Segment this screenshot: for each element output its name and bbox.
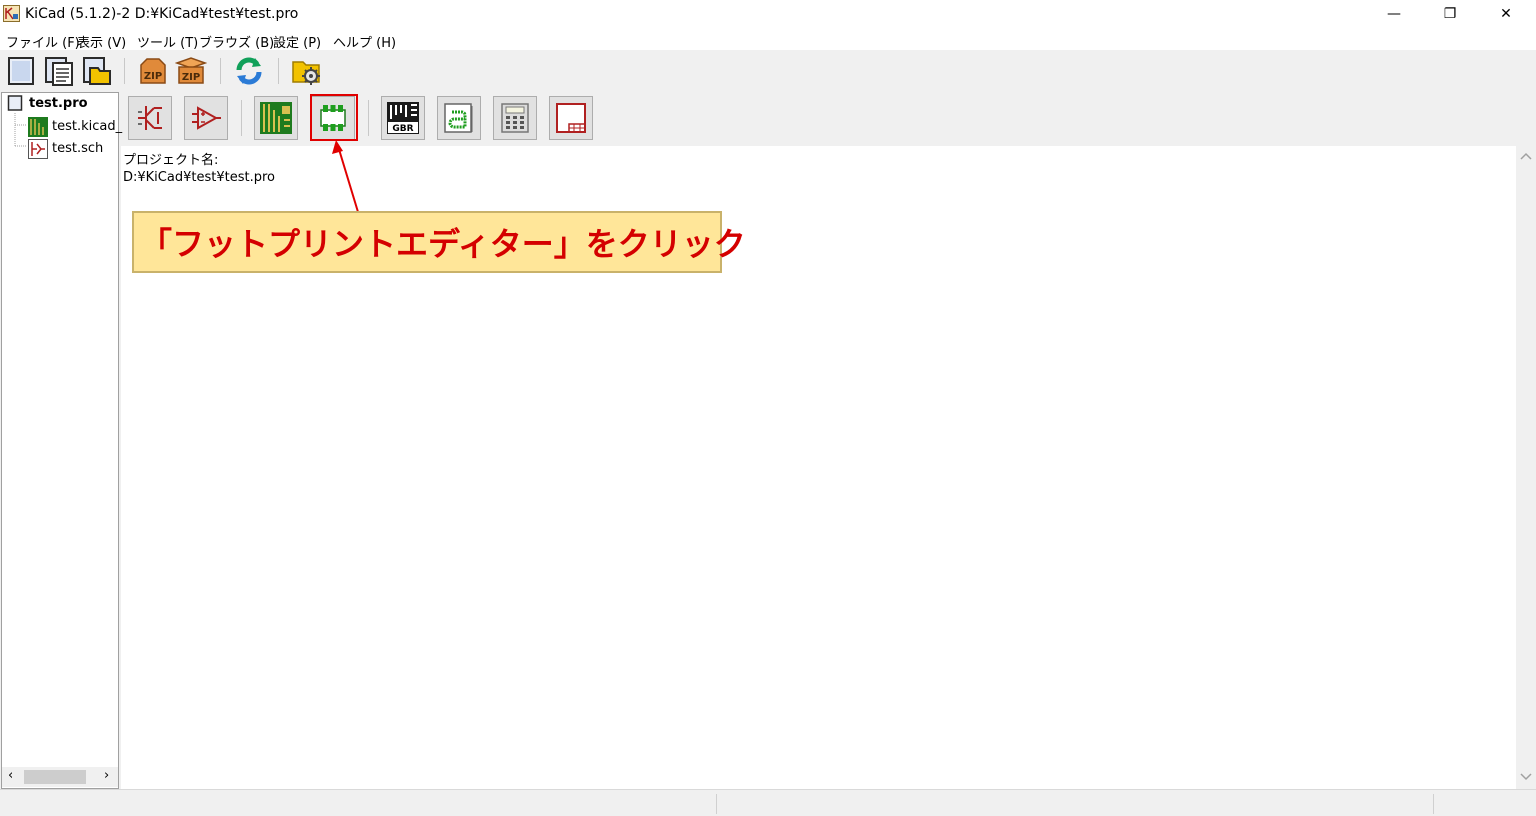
menu-tools[interactable]: ツール (T) bbox=[137, 32, 198, 51]
calculator-button[interactable] bbox=[493, 96, 537, 140]
kicad-app-icon bbox=[3, 5, 20, 22]
schematic-file-icon bbox=[28, 139, 48, 159]
menu-bar: ファイル (F) 表示 (V) ツール (T) ブラウズ (B) 設定 (P) … bbox=[0, 28, 1536, 51]
zip-label: ZIP bbox=[144, 71, 162, 82]
scroll-down-icon[interactable] bbox=[1520, 773, 1532, 781]
tree-horizontal-scrollbar[interactable]: ‹ › bbox=[2, 767, 118, 787]
schematic-editor-button[interactable] bbox=[128, 96, 172, 140]
instruction-callout: 「フットプリントエディター」をクリック bbox=[132, 211, 746, 273]
menu-file[interactable]: ファイル (F) bbox=[6, 32, 80, 51]
status-separator bbox=[716, 794, 717, 814]
close-button[interactable]: ✕ bbox=[1478, 0, 1534, 28]
pcb-file-icon bbox=[28, 117, 48, 137]
launcher-separator bbox=[368, 100, 369, 136]
tree-connector bbox=[14, 113, 27, 147]
scroll-thumb[interactable] bbox=[24, 770, 86, 784]
restore-icon: ❐ bbox=[1443, 6, 1457, 22]
menu-view[interactable]: 表示 (V) bbox=[77, 32, 126, 51]
schematic-editor-icon bbox=[138, 106, 162, 130]
project-file-icon bbox=[7, 95, 23, 111]
scroll-up-icon[interactable] bbox=[1520, 152, 1532, 160]
gbr-label: GBR bbox=[392, 124, 413, 134]
gerber-viewer-button[interactable]: GBR bbox=[381, 96, 425, 140]
scroll-left-icon[interactable]: ‹ bbox=[8, 768, 13, 783]
menu-browse[interactable]: ブラウズ (B) bbox=[199, 32, 274, 51]
message-vertical-scrollbar[interactable] bbox=[1516, 146, 1536, 789]
zip-label: ZIP bbox=[182, 72, 200, 83]
pcb-editor-icon bbox=[260, 102, 292, 134]
project-tree[interactable]: test.pro test.kicad_ test.sch bbox=[1, 92, 122, 789]
tree-item-schematic[interactable]: test.sch bbox=[52, 141, 103, 156]
toolbar-separator bbox=[220, 58, 221, 84]
archive-zip-icon[interactable]: ZIP bbox=[137, 55, 169, 87]
title-bar: KiCad (5.1.2)-2 D:¥KiCad¥test¥test.pro —… bbox=[0, 0, 1536, 28]
tree-item-project[interactable]: test.pro bbox=[29, 96, 88, 111]
status-separator bbox=[1433, 794, 1434, 814]
page-layout-editor-icon bbox=[556, 103, 586, 133]
tree-item-pcb[interactable]: test.kicad_ bbox=[52, 119, 122, 134]
toolbar-separator bbox=[124, 58, 125, 84]
scroll-right-icon[interactable]: › bbox=[104, 768, 109, 783]
project-name-label: プロジェクト名: bbox=[123, 153, 219, 168]
main-toolbar: ZIP ZIP bbox=[0, 50, 1536, 92]
bitmap-converter-button[interactable] bbox=[437, 96, 481, 140]
close-icon: ✕ bbox=[1500, 6, 1512, 22]
footprint-editor-highlight bbox=[310, 94, 358, 141]
minimize-button[interactable]: — bbox=[1366, 0, 1422, 28]
menu-help[interactable]: ヘルプ (H) bbox=[333, 32, 396, 51]
project-path: D:¥KiCad¥test¥test.pro bbox=[123, 170, 275, 185]
bitmap-converter-icon bbox=[444, 103, 473, 133]
toolbar-separator bbox=[278, 58, 279, 84]
launcher-separator bbox=[241, 100, 242, 136]
callout-text: 「フットプリントエディター」をクリック bbox=[140, 225, 746, 263]
symbol-editor-icon bbox=[192, 106, 221, 130]
calculator-icon bbox=[501, 103, 529, 133]
annotation-arrow bbox=[332, 140, 359, 213]
refresh-icon[interactable] bbox=[233, 55, 265, 87]
status-bar bbox=[0, 789, 1536, 816]
project-settings-icon[interactable] bbox=[291, 55, 323, 87]
gerber-viewer-icon: GBR bbox=[387, 102, 419, 134]
restore-button[interactable]: ❐ bbox=[1422, 0, 1478, 28]
open-project-icon[interactable] bbox=[81, 55, 113, 87]
pcb-editor-button[interactable] bbox=[254, 96, 298, 140]
page-layout-editor-button[interactable] bbox=[549, 96, 593, 140]
new-from-template-icon[interactable] bbox=[43, 55, 75, 87]
window-title: KiCad (5.1.2)-2 D:¥KiCad¥test¥test.pro bbox=[25, 6, 299, 22]
new-project-icon[interactable] bbox=[5, 55, 37, 87]
menu-preferences[interactable]: 設定 (P) bbox=[273, 32, 321, 51]
unarchive-zip-icon[interactable]: ZIP bbox=[175, 55, 207, 87]
symbol-editor-button[interactable] bbox=[184, 96, 228, 140]
minimize-icon: — bbox=[1387, 6, 1401, 22]
